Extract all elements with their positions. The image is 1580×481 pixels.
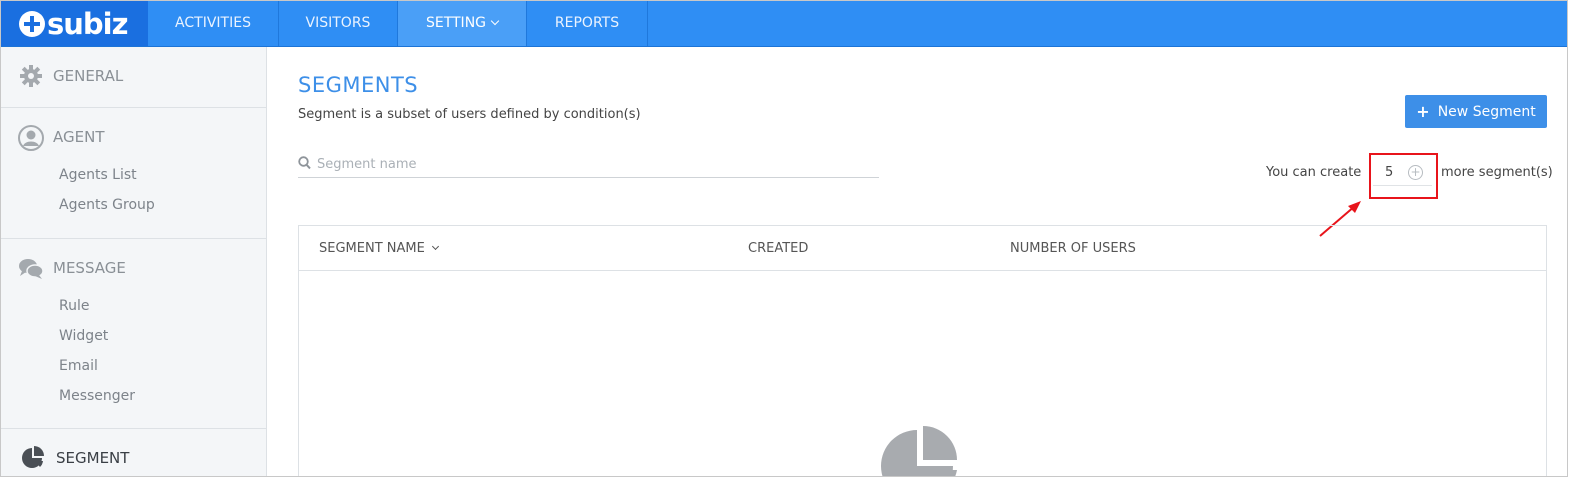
sort-chevron-icon	[431, 242, 439, 251]
quota-value: 5	[1385, 165, 1394, 180]
page-title: SEGMENTS	[298, 73, 419, 97]
sidebar-item-agents-list[interactable]: Agents List	[59, 167, 137, 183]
segment-search	[298, 152, 879, 178]
column-segment-name-label: SEGMENT NAME	[319, 241, 425, 256]
pie-chart-icon	[22, 446, 44, 468]
nav-visitors[interactable]: VISITORS	[279, 1, 398, 46]
sidebar-item-messenger[interactable]: Messenger	[59, 388, 135, 404]
user-icon	[18, 125, 44, 151]
sidebar-message-label[interactable]: MESSAGE	[53, 259, 126, 277]
sidebar: GENERAL AGENT Agents List Agents Group M…	[1, 47, 267, 476]
sidebar-section-message: MESSAGE Rule Widget Email Messenger	[1, 239, 266, 429]
column-segment-name[interactable]: SEGMENT NAME	[319, 241, 439, 256]
nav-setting[interactable]: SETTING	[398, 1, 527, 46]
segments-table: SEGMENT NAME CREATED NUMBER OF USERS	[298, 225, 1547, 476]
table-header: SEGMENT NAME CREATED NUMBER OF USERS	[299, 226, 1546, 271]
chat-icon	[19, 259, 44, 279]
quota-suffix: more segment(s)	[1441, 165, 1553, 180]
plus-icon: +	[1416, 102, 1430, 121]
top-navbar: subiz ACTIVITIES VISITORS SETTING REPORT…	[1, 1, 1567, 47]
quota-highlight-box	[1369, 153, 1438, 199]
sidebar-agent-label[interactable]: AGENT	[53, 128, 104, 146]
new-segment-button-label: New Segment	[1437, 103, 1536, 120]
nav-activities-label: ACTIVITIES	[175, 15, 251, 31]
sidebar-section-segment[interactable]: SEGMENT	[1, 429, 266, 476]
sidebar-section-general[interactable]: GENERAL	[1, 47, 266, 108]
add-quota-icon[interactable]: +	[1408, 165, 1423, 180]
quota-prefix: You can create	[1266, 165, 1362, 180]
sidebar-item-agents-group[interactable]: Agents Group	[59, 197, 155, 213]
nav-visitors-label: VISITORS	[305, 15, 371, 31]
app-window: subiz ACTIVITIES VISITORS SETTING REPORT…	[0, 0, 1568, 477]
quota-underline	[1373, 185, 1432, 186]
column-number-of-users[interactable]: NUMBER OF USERS	[1010, 241, 1136, 256]
gear-icon	[20, 65, 42, 87]
column-created[interactable]: CREATED	[748, 241, 808, 256]
sidebar-section-agent: AGENT Agents List Agents Group	[1, 108, 266, 239]
logo-text: subiz	[47, 6, 128, 41]
nav-setting-label: SETTING	[425, 15, 487, 31]
chevron-down-icon	[490, 16, 500, 26]
sidebar-item-email[interactable]: Email	[59, 358, 98, 374]
logo[interactable]: subiz	[1, 1, 148, 46]
nav-reports-label: REPORTS	[554, 15, 620, 31]
sidebar-general-label: GENERAL	[53, 67, 124, 85]
page-subtitle: Segment is a subset of users defined by …	[298, 107, 641, 122]
sidebar-segment-label: SEGMENT	[56, 449, 130, 467]
nav-activities[interactable]: ACTIVITIES	[148, 1, 279, 46]
nav-reports[interactable]: REPORTS	[527, 1, 648, 46]
sidebar-item-widget[interactable]: Widget	[59, 328, 108, 344]
sidebar-item-rule[interactable]: Rule	[59, 298, 89, 314]
logo-plus-icon	[19, 10, 45, 37]
empty-state-pie-icon	[881, 426, 957, 476]
search-icon	[298, 156, 311, 170]
new-segment-button[interactable]: + New Segment	[1405, 95, 1547, 128]
segment-search-input[interactable]	[317, 152, 867, 176]
